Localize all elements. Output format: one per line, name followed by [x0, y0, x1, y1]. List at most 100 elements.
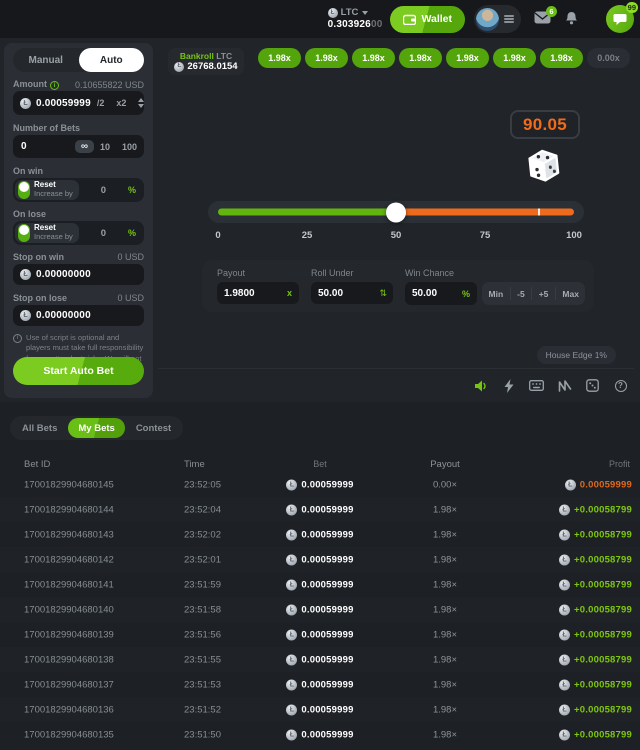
swap-icon[interactable]: ⇅: [379, 288, 386, 299]
ltc-coin-icon: [286, 504, 297, 515]
chance-minus5-button[interactable]: -5: [510, 287, 532, 300]
bankroll-display: Bankroll LTC 26768.0154: [168, 48, 244, 75]
bet-amount: 0.00059999: [250, 629, 390, 640]
multiplier-pill[interactable]: 1.98x: [352, 48, 395, 68]
start-auto-bet-button[interactable]: Start Auto Bet: [13, 357, 144, 385]
bet-time: 23:52:05: [184, 479, 221, 490]
bet-time: 23:51:56: [184, 629, 221, 640]
number-of-bets-label: Number of Bets: [13, 123, 144, 133]
tab-my-bets[interactable]: My Bets: [68, 418, 124, 438]
tab-manual[interactable]: Manual: [13, 48, 79, 72]
table-row[interactable]: 17001829904680142 23:52:01 0.00059999 1.…: [0, 547, 640, 572]
notifications-button[interactable]: [565, 11, 578, 28]
win-chance-quick-buttons: Min-5+5Max: [482, 282, 585, 305]
chance-plus5-button[interactable]: +5: [531, 287, 555, 300]
mail-button[interactable]: 6: [534, 11, 551, 27]
roll-under-input[interactable]: 50.00 ⇅: [311, 282, 393, 304]
table-row[interactable]: 17001829904680139 23:51:56 0.00059999 1.…: [0, 622, 640, 647]
header-bet: Bet: [250, 459, 390, 469]
on-lose-toggle[interactable]: Reset Increase by: [15, 223, 79, 243]
multiplier-pill[interactable]: 1.98x: [446, 48, 489, 68]
bet-amount: 0.00059999: [250, 479, 390, 490]
ltc-coin-icon: [286, 729, 297, 740]
tab-all-bets[interactable]: All Bets: [12, 418, 67, 438]
bet-id: 17001829904680136: [24, 704, 114, 715]
amount-stepper[interactable]: [132, 98, 144, 108]
multiplier-pill[interactable]: 1.98x: [540, 48, 583, 68]
bet-amount: 0.00059999: [250, 504, 390, 515]
on-lose-value[interactable]: 0: [79, 228, 128, 239]
table-row[interactable]: 17001829904680136 23:51:52 0.00059999 1.…: [0, 697, 640, 722]
bet-time: 23:52:04: [184, 504, 221, 515]
table-row[interactable]: 17001829904680137 23:51:53 0.00059999 1.…: [0, 672, 640, 697]
wallet-button[interactable]: Wallet: [390, 6, 465, 33]
slider-handle[interactable]: [386, 202, 406, 222]
chance-min-button[interactable]: Min: [482, 287, 510, 300]
toggle-icon: [18, 224, 30, 242]
bet-id: 17001829904680142: [24, 554, 114, 565]
roll-slider[interactable]: [208, 201, 584, 223]
slider-track[interactable]: [218, 209, 574, 216]
roll-result: 90.05: [510, 110, 580, 139]
balance-selector[interactable]: LTC 0.30392600: [328, 8, 383, 30]
multiplier-pill-empty: 0.00x: [587, 48, 630, 68]
chance-max-button[interactable]: Max: [555, 287, 586, 300]
tab-contest[interactable]: Contest: [126, 418, 181, 438]
bets-10-button[interactable]: 10: [94, 142, 116, 152]
live-stats-icon[interactable]: [557, 378, 572, 393]
table-row[interactable]: 17001829904680145 23:52:05 0.00059999 0.…: [0, 472, 640, 497]
table-row[interactable]: 17001829904680135 23:51:50 0.00059999 1.…: [0, 722, 640, 747]
bet-profit: +0.00058799: [559, 529, 632, 540]
table-row[interactable]: 17001829904680141 23:51:59 0.00059999 1.…: [0, 572, 640, 597]
multiplier-pill[interactable]: 1.98x: [399, 48, 442, 68]
instant-bet-icon[interactable]: [501, 378, 516, 393]
menu-icon: [504, 15, 514, 23]
volume-icon[interactable]: [473, 378, 488, 393]
ltc-coin-icon: [565, 479, 576, 490]
help-icon[interactable]: [613, 378, 628, 393]
bet-profit: +0.00058799: [559, 679, 632, 690]
table-row[interactable]: 17001829904680143 23:52:02 0.00059999 1.…: [0, 522, 640, 547]
infinity-button[interactable]: ∞: [75, 140, 94, 153]
hotkeys-icon[interactable]: [529, 378, 544, 393]
ltc-coin-icon: [286, 654, 297, 665]
chat-bubble-icon: [613, 13, 627, 26]
payout-input[interactable]: 1.9800 x: [217, 282, 299, 304]
bets-100-button[interactable]: 100: [116, 142, 137, 152]
table-row[interactable]: 17001829904680140 23:51:58 0.00059999 1.…: [0, 597, 640, 622]
half-button[interactable]: /2: [91, 98, 111, 108]
bet-id: 17001829904680140: [24, 604, 114, 615]
multiplier-pill[interactable]: 1.98x: [258, 48, 301, 68]
multiplier-pill[interactable]: 1.98x: [493, 48, 536, 68]
bet-payout-multiplier: 1.98×: [390, 529, 500, 540]
table-row[interactable]: 17001829904680138 23:51:55 0.00059999 1.…: [0, 647, 640, 672]
chat-button[interactable]: 99: [606, 5, 634, 33]
ltc-coin-icon: [286, 679, 297, 690]
bet-payout-multiplier: 1.98×: [390, 604, 500, 615]
on-win-value[interactable]: 0: [79, 185, 128, 196]
tab-auto[interactable]: Auto: [79, 48, 145, 72]
amount-input[interactable]: 0.00059999 /2 x2: [13, 91, 144, 115]
stop-on-win-input[interactable]: 0.00000000: [13, 264, 144, 285]
table-row[interactable]: 17001829904680144 23:52:04 0.00059999 1.…: [0, 497, 640, 522]
bet-id: 17001829904680135: [24, 729, 114, 740]
topbar: LTC 0.30392600 Wallet 6 99: [0, 0, 640, 38]
number-of-bets-input[interactable]: 0 ∞ 10 100: [13, 135, 144, 158]
bet-id: 17001829904680145: [24, 479, 114, 490]
bet-amount: 0.00059999: [250, 729, 390, 740]
stop-on-lose-input[interactable]: 0.00000000: [13, 305, 144, 326]
win-chance-input[interactable]: 50.00 %: [405, 282, 477, 305]
ltc-coin-icon: [174, 62, 184, 72]
stop-on-lose-label-row: Stop on lose 0 USD: [13, 293, 144, 303]
header-profit: Profit: [609, 459, 630, 469]
bet-amount: 0.00059999: [250, 704, 390, 715]
user-menu[interactable]: [474, 5, 521, 33]
double-button[interactable]: x2: [110, 98, 132, 108]
multiplier-pill[interactable]: 1.98x: [305, 48, 348, 68]
bet-profit: +0.00058799: [559, 604, 632, 615]
slider-scale-label: 100: [566, 230, 582, 241]
info-icon[interactable]: i: [50, 81, 59, 90]
on-win-toggle[interactable]: Reset Increase by: [15, 180, 79, 200]
fairness-icon[interactable]: [585, 378, 600, 393]
ltc-coin-icon: [559, 554, 570, 565]
